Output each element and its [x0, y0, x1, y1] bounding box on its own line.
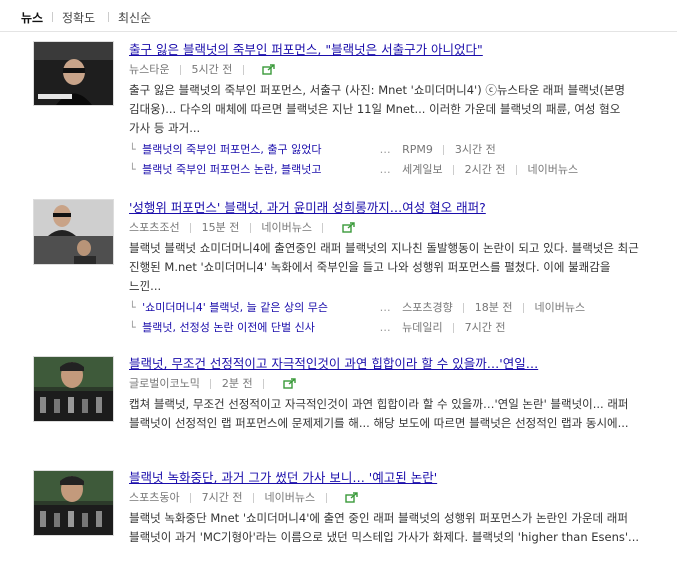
sort-tabs: 뉴스 정확도 최신순: [0, 0, 677, 32]
article-thumbnail[interactable]: [33, 470, 114, 536]
related-time: 18분 전: [474, 301, 513, 314]
tab-separator: [108, 12, 109, 22]
portal-link[interactable]: 네이버뉴스: [261, 220, 312, 235]
ellipsis: …: [379, 301, 391, 314]
meta-separator: [190, 223, 192, 233]
related-bullet: └: [129, 163, 136, 176]
article-title[interactable]: 블랙넛 녹화중단, 과거 그가 썼던 가사 보니… '예고된 논란': [129, 470, 644, 486]
article-thumbnail[interactable]: [33, 199, 114, 265]
related-article: └ '쇼미더머니4' 블랙넛, 늘 같은 상의 무슨 … 스포츠경향 18분 전…: [129, 298, 644, 318]
article-title[interactable]: '성행위 퍼포먼스' 블랙넛, 과거 윤미래 성희롱까지…여성 혐오 래퍼?: [129, 200, 644, 216]
article-meta: 스포츠조선 15분 전 네이버뉴스: [129, 220, 644, 235]
article-time: 7시간 전: [201, 491, 243, 504]
article-title[interactable]: 출구 잃은 블랙넛의 죽부인 퍼포먼스, "블랙넛은 서출구가 아니었다": [129, 42, 644, 58]
related-bullet: └: [129, 143, 136, 156]
article-meta: 글로벌이코노믹 2분 전: [129, 376, 644, 391]
related-time: 7시간 전: [464, 321, 506, 334]
related-time: 3시간 전: [454, 143, 496, 156]
related-bullet: └: [129, 301, 136, 314]
meta-separator: [453, 323, 455, 333]
article-source[interactable]: 뉴스타운: [129, 62, 169, 77]
related-time: 2시간 전: [464, 163, 506, 176]
related-articles: └ 블랙넛의 죽부인 퍼포먼스, 출구 잃었다 … RPM9 3시간 전 └ 블…: [129, 140, 644, 180]
related-article: └ 블랙넛, 선정성 논란 이전에 단벌 신사 … 뉴데일리 7시간 전: [129, 318, 644, 338]
portal-link[interactable]: 네이버뉴스: [264, 490, 315, 505]
meta-separator: [179, 65, 181, 75]
meta-separator: [515, 165, 517, 175]
article-time: 5시간 전: [191, 63, 233, 76]
article-meta: 뉴스타운 5시간 전: [129, 62, 644, 77]
article-summary: 블랙넛 블랙넛 쇼미더머니4에 출연중인 래퍼 블랙넛의 지나친 돌발행동이 논…: [129, 241, 639, 293]
article-summary: 출구 잃은 블랙넛의 죽부인 퍼포먼스, 서출구 (사진: Mnet '쇼미더머…: [129, 83, 626, 135]
related-source[interactable]: 스포츠경향: [402, 301, 453, 314]
external-share-icon[interactable]: [342, 222, 355, 233]
meta-separator: [453, 165, 455, 175]
article-title[interactable]: 블랙넛, 무조건 선정적이고 자극적인것이 과연 힙합이라 할 수 있을까…'연…: [129, 356, 644, 372]
meta-separator: [242, 65, 244, 75]
related-title[interactable]: 블랙넛 죽부인 퍼포먼스 논란, 블랙넛고: [142, 160, 372, 180]
meta-separator: [322, 223, 324, 233]
meta-separator: [522, 303, 524, 313]
related-article: └ 블랙넛 죽부인 퍼포먼스 논란, 블랙넛고 … 세계일보 2시간 전 네이버…: [129, 160, 644, 180]
tab-accuracy[interactable]: 정확도: [62, 9, 95, 26]
related-articles: └ '쇼미더머니4' 블랙넛, 늘 같은 상의 무슨 … 스포츠경향 18분 전…: [129, 298, 644, 338]
article-content: 출구 잃은 블랙넛의 죽부인 퍼포먼스, "블랙넛은 서출구가 아니었다" 뉴스…: [129, 42, 644, 180]
article-source[interactable]: 글로벌이코노믹: [129, 376, 200, 391]
meta-separator: [463, 303, 465, 313]
meta-separator: [210, 379, 212, 389]
article-content: 블랙넛 녹화중단, 과거 그가 썼던 가사 보니… '예고된 논란' 스포츠동아…: [129, 470, 644, 547]
tab-separator: [52, 12, 53, 22]
portal-link[interactable]: 네이버뉴스: [534, 301, 585, 314]
meta-separator: [252, 493, 254, 503]
related-title[interactable]: '쇼미더머니4' 블랙넛, 늘 같은 상의 무슨: [142, 298, 372, 318]
article-summary: 캡쳐 블랙넛, 무조건 선정적이고 자극적인것이 과연 힙합이라 할 수 있을까…: [129, 397, 629, 430]
meta-separator: [325, 493, 327, 503]
external-share-icon[interactable]: [262, 64, 276, 75]
portal-link[interactable]: 네이버뉴스: [527, 163, 578, 176]
meta-separator: [190, 493, 192, 503]
article-thumbnail[interactable]: [33, 356, 114, 422]
external-share-icon[interactable]: [345, 492, 358, 503]
article-summary: 블랙넛 녹화중단 Mnet '쇼미더머니4'에 출연 중인 래퍼 블랙넛의 성행…: [129, 511, 640, 544]
article-content: '성행위 퍼포먼스' 블랙넛, 과거 윤미래 성희롱까지…여성 혐오 래퍼? 스…: [129, 200, 644, 338]
tab-news[interactable]: 뉴스: [21, 9, 43, 26]
article-meta: 스포츠동아 7시간 전 네이버뉴스: [129, 490, 644, 505]
related-title[interactable]: 블랙넛, 선정성 논란 이전에 단벌 신사: [142, 318, 372, 338]
tabs-divider: [0, 31, 677, 32]
meta-separator: [249, 223, 251, 233]
external-share-icon[interactable]: [282, 378, 296, 389]
ellipsis: …: [379, 163, 391, 176]
related-source[interactable]: 세계일보: [402, 163, 442, 176]
article-thumbnail[interactable]: [33, 41, 114, 106]
related-title[interactable]: 블랙넛의 죽부인 퍼포먼스, 출구 잃었다: [142, 140, 372, 160]
related-source[interactable]: RPM9: [402, 143, 433, 156]
article-source[interactable]: 스포츠동아: [129, 490, 180, 505]
related-article: └ 블랙넛의 죽부인 퍼포먼스, 출구 잃었다 … RPM9 3시간 전: [129, 140, 644, 160]
article-time: 2분 전: [221, 377, 253, 390]
ellipsis: …: [379, 143, 391, 156]
related-source[interactable]: 뉴데일리: [402, 321, 442, 334]
article-content: 블랙넛, 무조건 선정적이고 자극적인것이 과연 힙합이라 할 수 있을까…'연…: [129, 356, 644, 433]
article-source[interactable]: 스포츠조선: [129, 220, 180, 235]
tab-latest[interactable]: 최신순: [118, 9, 151, 26]
ellipsis: …: [379, 321, 391, 334]
meta-separator: [263, 379, 265, 389]
meta-separator: [443, 145, 445, 155]
article-time: 15분 전: [201, 221, 240, 234]
related-bullet: └: [129, 321, 136, 334]
